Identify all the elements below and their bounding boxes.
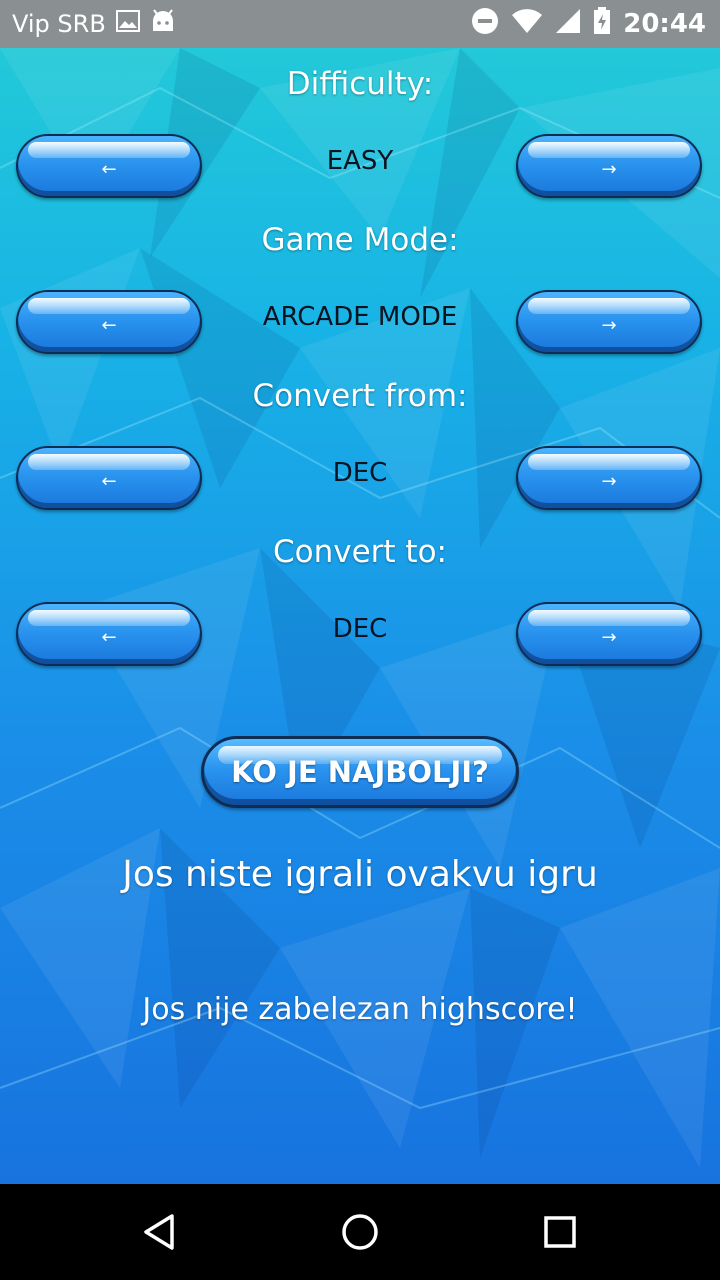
arrow-left-icon: ← <box>101 314 117 336</box>
convert-to-label: Convert to: <box>273 534 447 570</box>
status-bar: Vip SRB 20:44 <box>0 0 720 48</box>
convert-to-value: DEC <box>332 614 388 644</box>
convert-from-prev-button[interactable]: ← <box>16 446 202 510</box>
recents-icon[interactable] <box>540 1212 580 1252</box>
arrow-left-icon: ← <box>101 626 117 648</box>
game-mode-label: Game Mode: <box>261 222 459 258</box>
button-highlight <box>528 298 690 314</box>
convert-to-prev-button[interactable]: ← <box>16 602 202 666</box>
arrow-right-icon: → <box>601 314 617 336</box>
game-mode-prev-button[interactable]: ← <box>16 290 202 354</box>
button-highlight <box>28 298 190 314</box>
games-played-message: Jos niste igrali ovakvu igru <box>122 854 598 895</box>
android-icon <box>150 9 176 39</box>
arrow-right-icon: → <box>601 626 617 648</box>
signal-icon <box>555 8 581 41</box>
image-icon <box>115 10 140 38</box>
convert-from-label: Convert from: <box>252 378 468 414</box>
button-highlight <box>28 454 190 470</box>
back-icon[interactable] <box>140 1212 180 1252</box>
difficulty-next-button[interactable]: → <box>516 134 702 198</box>
convert-to-next-button[interactable]: → <box>516 602 702 666</box>
button-highlight <box>28 610 190 626</box>
button-highlight <box>528 454 690 470</box>
game-mode-value: ARCADE MODE <box>262 302 458 332</box>
clock: 20:44 <box>623 9 706 39</box>
difficulty-label: Difficulty: <box>286 66 434 102</box>
convert-from-next-button[interactable]: → <box>516 446 702 510</box>
arrow-left-icon: ← <box>101 158 117 180</box>
arrow-right-icon: → <box>601 158 617 180</box>
leaderboard-button-label: KO JE NAJBOLJI? <box>231 755 489 789</box>
do-not-disturb-icon <box>471 7 499 42</box>
settings-screen: Difficulty: ← EASY → Game Mode: ← ARCADE… <box>0 48 720 1184</box>
arrow-left-icon: ← <box>101 470 117 492</box>
difficulty-prev-button[interactable]: ← <box>16 134 202 198</box>
difficulty-value: EASY <box>326 146 394 176</box>
battery-charging-icon <box>593 6 611 42</box>
convert-from-value: DEC <box>332 458 388 488</box>
game-mode-next-button[interactable]: → <box>516 290 702 354</box>
wifi-icon <box>511 8 543 41</box>
navigation-bar <box>0 1184 720 1280</box>
home-icon[interactable] <box>340 1212 380 1252</box>
button-highlight <box>528 610 690 626</box>
carrier-name: Vip SRB <box>12 10 106 38</box>
button-highlight <box>28 142 190 158</box>
arrow-right-icon: → <box>601 470 617 492</box>
highscore-message: Jos nije zabelezan highscore! <box>142 992 578 1027</box>
button-highlight <box>528 142 690 158</box>
leaderboard-button[interactable]: KO JE NAJBOLJI? <box>201 736 519 808</box>
